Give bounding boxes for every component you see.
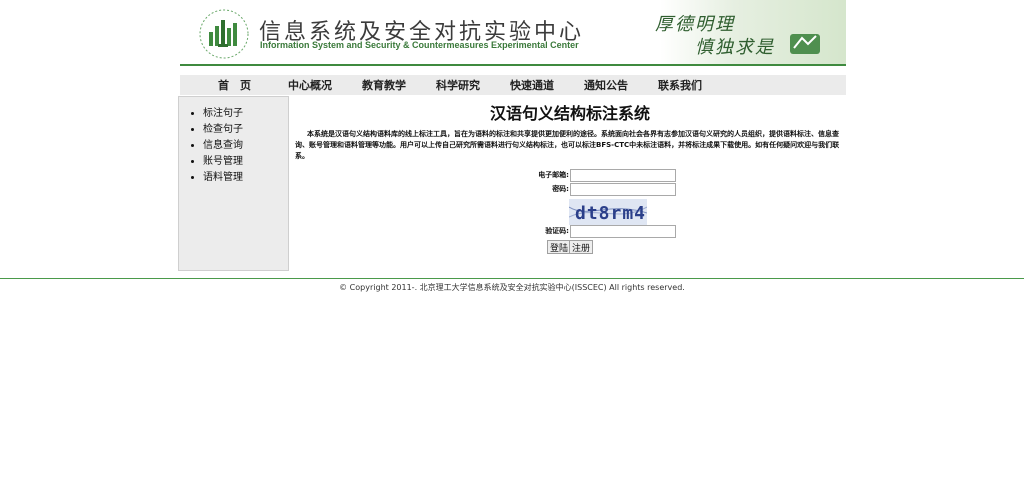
register-button[interactable]: 注册 — [569, 240, 594, 254]
footer-divider — [0, 278, 1024, 279]
password-input[interactable] — [570, 182, 676, 196]
nav-contact[interactable]: 联系我们 — [658, 77, 702, 93]
center-logo-icon — [199, 9, 249, 59]
banner-divider — [180, 64, 846, 66]
sidebar: 标注句子 检查句子 信息查询 账号管理 语料管理 — [178, 96, 289, 271]
main-content: 汉语句义结构标注系统 本系统是汉语句义结构语料库的线上标注工具，旨在为语料的标注… — [295, 100, 845, 254]
book-icon — [790, 34, 820, 54]
footer-copyright: © Copyright 2011-. 北京理工大学信息系统及安全对抗实验中心(I… — [339, 283, 685, 292]
nav-center-overview[interactable]: 中心概况 — [288, 77, 332, 93]
captcha-image[interactable]: dt8rm4 — [569, 199, 647, 225]
nav-notices[interactable]: 通知公告 — [584, 77, 628, 93]
sidebar-item-query[interactable]: 信息查询 — [203, 138, 288, 154]
sidebar-item-account[interactable]: 账号管理 — [203, 154, 288, 170]
main-nav: 首 页 中心概况 教育教学 科学研究 快速通道 通知公告 联系我们 — [180, 75, 846, 95]
motto-line-2: 慎独求是 — [695, 37, 775, 58]
captcha-row: 验证码: — [495, 224, 676, 238]
captcha-label: 验证码: — [545, 227, 569, 235]
sidebar-menu: 标注句子 检查句子 信息查询 账号管理 语料管理 — [179, 106, 288, 186]
center-title-en: Information System and Security & Counte… — [260, 40, 579, 50]
header-banner: 信息系统及安全对抗实验中心 Information System and Sec… — [180, 0, 846, 66]
login-button[interactable]: 登陆 — [547, 240, 572, 254]
nav-research[interactable]: 科学研究 — [436, 77, 480, 93]
captcha-text: dt8rm4 — [575, 203, 646, 224]
password-label: 密码: — [552, 185, 569, 193]
sidebar-item-corpus[interactable]: 语料管理 — [203, 170, 288, 186]
password-row: 密码: — [495, 182, 676, 196]
sidebar-item-check[interactable]: 检查句子 — [203, 122, 288, 138]
nav-home[interactable]: 首 页 — [218, 77, 251, 93]
captcha-input[interactable] — [570, 224, 676, 238]
email-input[interactable] — [570, 168, 676, 182]
nav-quick-access[interactable]: 快速通道 — [510, 77, 554, 93]
nav-education[interactable]: 教育教学 — [362, 77, 406, 93]
intro-text: 本系统是汉语句义结构语料库的线上标注工具，旨在为语料的标注和共享提供更加便利的途… — [295, 130, 840, 160]
email-label: 电子邮箱: — [538, 171, 569, 179]
email-row: 电子邮箱: — [495, 168, 676, 182]
page-title: 汉语句义结构标注系统 — [489, 104, 650, 123]
sidebar-item-annotate[interactable]: 标注句子 — [203, 106, 288, 122]
